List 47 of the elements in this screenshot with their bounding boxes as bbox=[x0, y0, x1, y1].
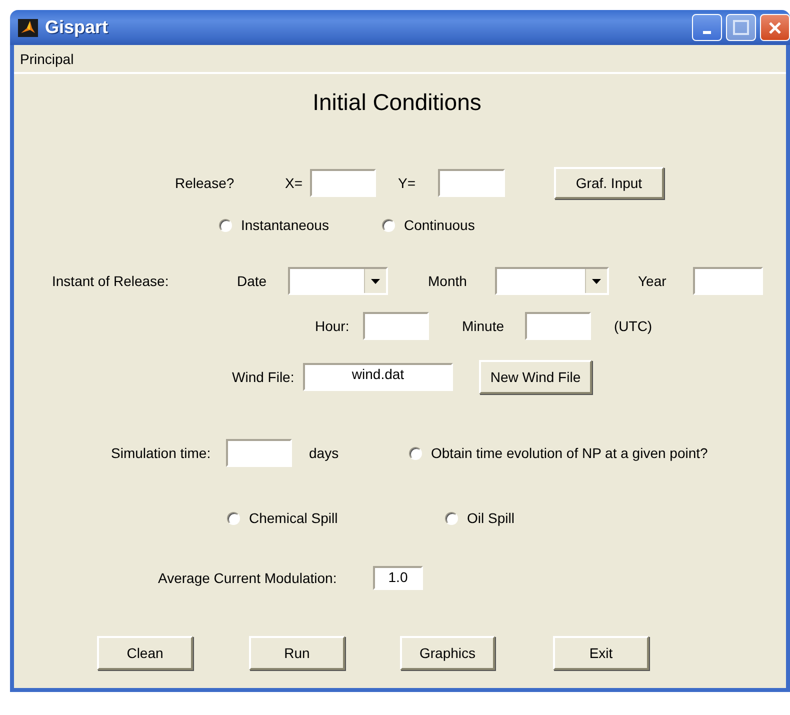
minimize-icon bbox=[703, 31, 711, 34]
radio-option[interactable]: Continuous bbox=[382, 217, 475, 233]
field-label: X= bbox=[285, 175, 303, 191]
maximize-icon bbox=[733, 20, 749, 35]
radio-option[interactable]: Instantaneous bbox=[219, 217, 329, 233]
input-field[interactable] bbox=[363, 312, 429, 340]
radio-option[interactable]: Chemical Spill bbox=[227, 510, 338, 526]
push-button[interactable]: Run bbox=[249, 636, 345, 670]
input-field[interactable] bbox=[438, 169, 505, 197]
push-button[interactable]: Graphics bbox=[400, 636, 495, 670]
input-field[interactable] bbox=[310, 169, 376, 197]
field-label: Simulation time: bbox=[111, 445, 211, 461]
field-label: Release? bbox=[175, 175, 234, 191]
field-label: Year bbox=[638, 273, 666, 289]
dropdown-arrow-icon bbox=[371, 278, 380, 284]
form-heading: Initial Conditions bbox=[312, 88, 482, 116]
field-label: Minute bbox=[462, 318, 504, 334]
input-field[interactable] bbox=[525, 312, 591, 340]
input-field[interactable]: wind.dat bbox=[303, 363, 453, 391]
push-button[interactable]: Clean bbox=[97, 636, 193, 670]
field-label: Month bbox=[428, 273, 467, 289]
field-label: Wind File: bbox=[232, 369, 294, 385]
field-label: Date bbox=[237, 273, 267, 289]
dropdown-field[interactable] bbox=[288, 267, 388, 295]
field-label: days bbox=[309, 445, 339, 461]
input-field[interactable] bbox=[226, 439, 292, 467]
push-button[interactable]: Graf. Input bbox=[554, 167, 664, 199]
field-label: Y= bbox=[398, 175, 416, 191]
window-title: Gispart bbox=[45, 17, 110, 38]
input-field[interactable]: 1.0 bbox=[373, 566, 423, 590]
push-button[interactable]: Exit bbox=[553, 636, 649, 670]
close-button[interactable] bbox=[760, 14, 790, 41]
minimize-button[interactable] bbox=[692, 14, 722, 41]
maximize-button[interactable] bbox=[726, 14, 756, 41]
dropdown-arrow-icon bbox=[592, 278, 601, 284]
field-label: Hour: bbox=[315, 318, 350, 334]
radio-option[interactable]: Oil Spill bbox=[445, 510, 514, 526]
field-label: (UTC) bbox=[614, 318, 652, 334]
field-label: Average Current Modulation: bbox=[158, 570, 337, 586]
menu-item[interactable]: Principal bbox=[14, 50, 80, 66]
app-icon bbox=[18, 18, 38, 36]
push-button[interactable]: New Wind File bbox=[479, 360, 592, 394]
field-label: Instant of Release: bbox=[52, 273, 169, 289]
dropdown-field[interactable] bbox=[495, 267, 609, 295]
close-icon bbox=[768, 20, 782, 34]
radio-option[interactable]: Obtain time evolution of NP at a given point? bbox=[409, 445, 708, 461]
input-field[interactable] bbox=[693, 267, 763, 295]
